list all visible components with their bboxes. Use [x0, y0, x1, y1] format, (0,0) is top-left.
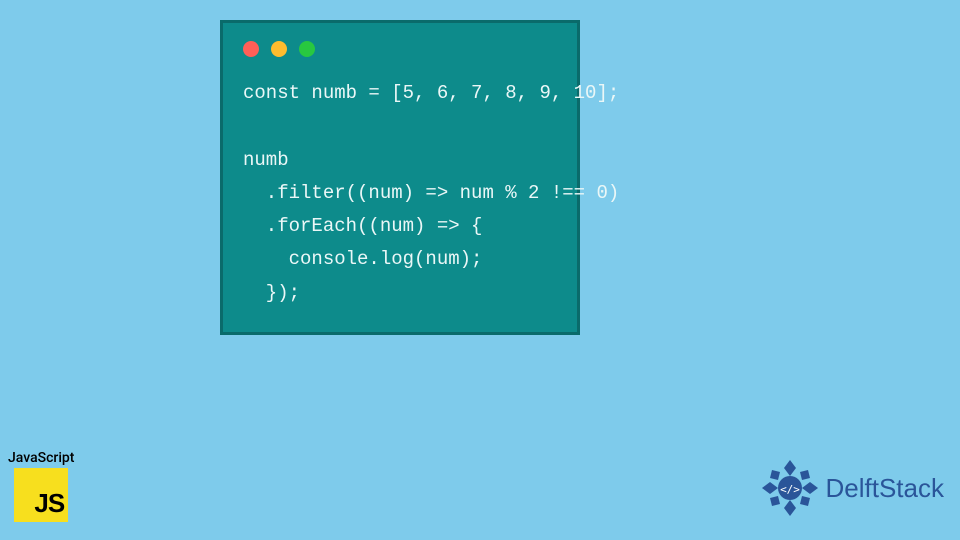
javascript-badge: JavaScript JS: [8, 450, 74, 522]
javascript-label: JavaScript: [8, 450, 74, 466]
code-block: const numb = [5, 6, 7, 8, 9, 10]; numb .…: [243, 77, 557, 310]
maximize-icon: [299, 41, 315, 57]
delftstack-badge: </> DelftStack: [760, 458, 945, 518]
code-card: const numb = [5, 6, 7, 8, 9, 10]; numb .…: [220, 20, 580, 335]
svg-text:</>: </>: [780, 483, 800, 496]
minimize-icon: [271, 41, 287, 57]
delftstack-logo-icon: </>: [760, 458, 820, 518]
javascript-logo-icon: JS: [14, 468, 68, 522]
window-controls: [243, 41, 557, 57]
close-icon: [243, 41, 259, 57]
javascript-logo-text: JS: [34, 488, 64, 519]
delftstack-text: DelftStack: [826, 473, 945, 504]
